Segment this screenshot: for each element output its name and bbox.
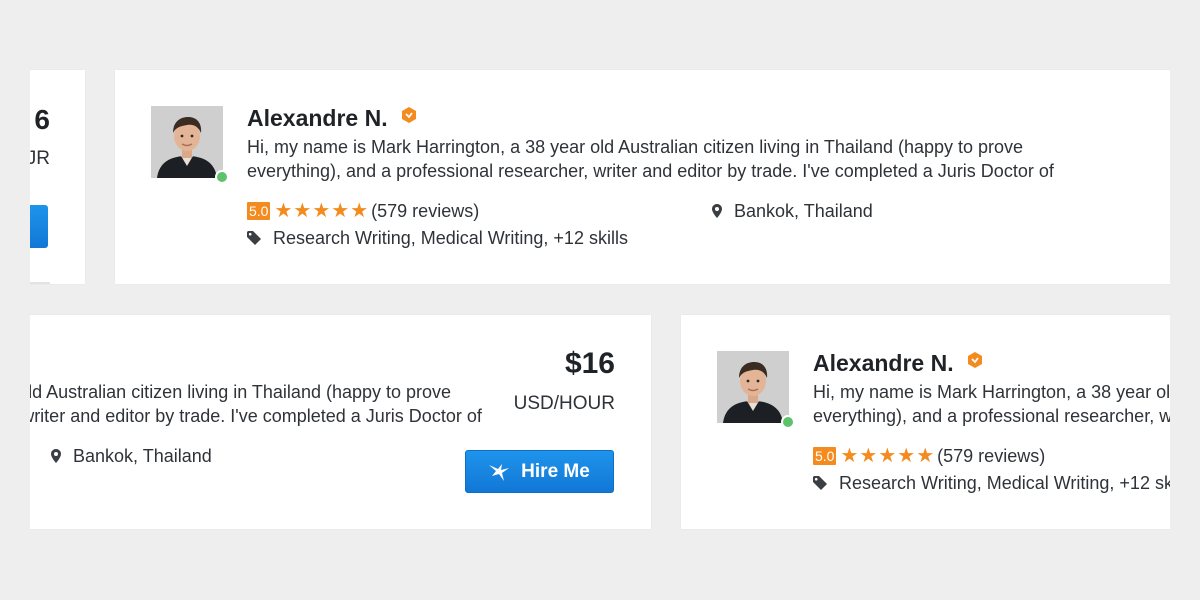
avatar[interactable] <box>717 351 789 423</box>
skills-row: Research Writing, Medical Writing, +12 s… <box>813 471 1170 495</box>
star-icon: ★ <box>293 200 312 222</box>
bio-line-2: everything), and a professional research… <box>30 406 482 426</box>
verified-badge-icon <box>402 107 416 123</box>
reviews-count[interactable]: (579 reviews) <box>371 201 479 222</box>
verified-badge-icon <box>968 352 982 368</box>
star-icon: ★ <box>331 200 350 222</box>
star-icon: ★ <box>916 445 935 467</box>
star-icon: ★ <box>878 445 897 467</box>
freelancer-name[interactable]: Alexandre N. <box>813 350 954 377</box>
price-value: $16 <box>564 347 615 380</box>
map-pin-icon <box>51 449 61 463</box>
star-icon: ★ <box>840 445 859 467</box>
tag-icon <box>813 476 827 490</box>
rating-row: 5.0 ★ ★ ★ ★ ★ (579 reviews) <box>813 445 1045 467</box>
cards-viewport: 6 JR Alexandre N. Hi, my name is Mark Ha… <box>30 0 1170 600</box>
freelancer-card[interactable]: Alexandre N. Hi, my name is Mark Harring… <box>115 70 1170 284</box>
avatar[interactable] <box>151 106 223 178</box>
freelancer-card-partial-left[interactable]: 6 JR <box>30 70 85 284</box>
location-row: Bankok, Thailand <box>712 199 873 223</box>
star-icon: ★ <box>350 200 369 222</box>
bio-line-1: Hi, my name is Mark Harrington, a 38 yea… <box>247 137 1024 157</box>
star-icon: ★ <box>312 200 331 222</box>
price-unit: USD/HOUR <box>513 393 615 414</box>
divider <box>30 282 50 284</box>
tag-icon <box>247 231 261 245</box>
bio-line-1: Hi, my name is Mark Harrington, a 38 yea… <box>30 382 452 402</box>
hire-button[interactable]: Hire Me <box>465 450 614 493</box>
rating-score: 5.0 <box>813 447 837 465</box>
online-status-dot <box>215 170 229 184</box>
rating-row: 5.0 ★ ★ ★ ★ ★ (579 reviews) <box>247 200 479 222</box>
location-text: Bankok, Thailand <box>734 200 873 221</box>
star-icon: ★ <box>859 445 878 467</box>
map-pin-icon <box>712 204 722 218</box>
skills-text[interactable]: Research Writing, Medical Writing, +12 s… <box>273 228 628 249</box>
bio-line-2: everything), and a professional research… <box>813 406 1170 426</box>
skills-row: Research Writing, Medical Writing, +12 s… <box>247 226 628 250</box>
star-icon: ★ <box>897 445 916 467</box>
location-row: Bankok, Thailand <box>51 444 212 468</box>
bio-line-2: everything), and a professional research… <box>247 161 1054 181</box>
price-value: 6 <box>34 104 50 135</box>
price-unit: JR <box>30 148 50 169</box>
skills-text[interactable]: Research Writing, Medical Writing, +12 s… <box>839 473 1170 494</box>
hire-button-label: Hire Me <box>521 460 590 482</box>
online-status-dot <box>781 415 795 429</box>
freelancer-card-shifted[interactable]: Hi, my name is Mark Harrington, a 38 yea… <box>30 315 651 529</box>
location-text: Bankok, Thailand <box>73 445 212 466</box>
bio-line-1: Hi, my name is Mark Harrington, a 38 yea… <box>813 382 1170 402</box>
reviews-count[interactable]: (579 reviews) <box>937 446 1045 467</box>
freelancer-name[interactable]: Alexandre N. <box>247 105 388 132</box>
freelancer-card[interactable]: Alexandre N. Hi, my name is Mark Harring… <box>681 315 1170 529</box>
hire-button[interactable] <box>30 205 48 248</box>
bird-icon <box>489 463 510 481</box>
rating-score: 5.0 <box>247 202 271 220</box>
star-icon: ★ <box>274 200 293 222</box>
